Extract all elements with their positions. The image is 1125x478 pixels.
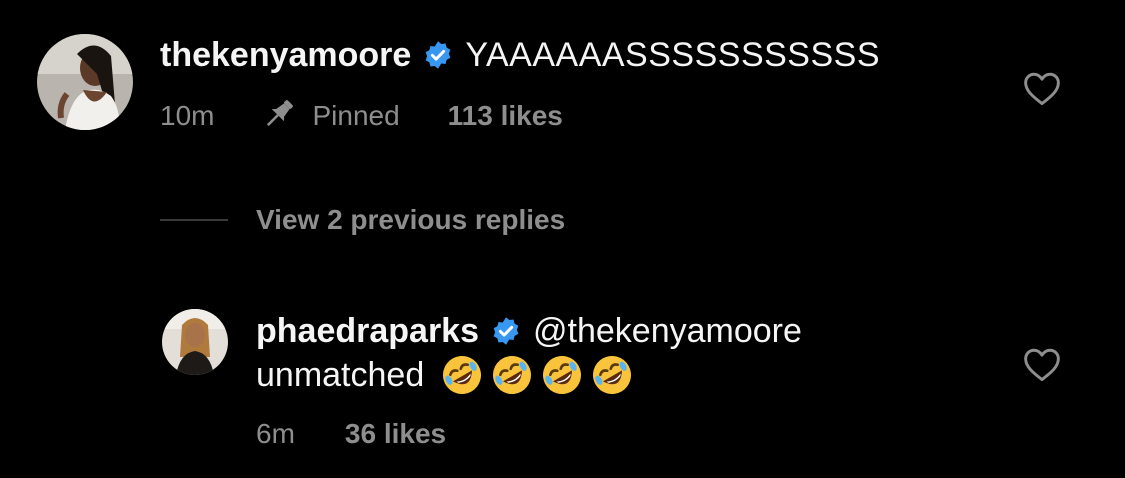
avatar[interactable] — [162, 309, 228, 375]
reply-emojis — [440, 353, 640, 397]
reply-item: phaedraparks @thekenyamoore unmatched 6m… — [0, 296, 1125, 466]
reply-timestamp: 6m — [256, 418, 295, 449]
comment-item: thekenyamoore YAAAAAASSSSSSSSSSS 10m Pin… — [0, 0, 1125, 160]
reply-username[interactable]: phaedraparks — [256, 312, 479, 351]
verified-badge-icon — [491, 316, 521, 346]
heart-icon[interactable] — [1022, 346, 1062, 382]
verified-badge-icon — [423, 40, 453, 70]
comment-timestamp: 10m — [160, 100, 215, 131]
comment-likes[interactable]: 113 likes — [448, 100, 563, 132]
view-replies-label[interactable]: View 2 previous replies — [256, 204, 565, 236]
view-previous-replies[interactable]: View 2 previous replies — [160, 198, 565, 242]
comment-text: YAAAAAASSSSSSSSSSS — [465, 35, 881, 74]
replies-divider-line — [160, 219, 228, 221]
reply-text: unmatched — [256, 355, 425, 394]
reply-mention[interactable]: @thekenyamoore — [533, 312, 802, 351]
pinned-label: Pinned — [312, 100, 400, 131]
comment-username[interactable]: thekenyamoore — [160, 36, 411, 75]
avatar[interactable] — [37, 34, 133, 130]
rolling-on-floor-laughing-emoji — [543, 356, 582, 394]
rolling-on-floor-laughing-emoji — [493, 356, 532, 394]
pin-icon — [260, 95, 298, 138]
reply-likes[interactable]: 36 likes — [345, 418, 446, 450]
rolling-on-floor-laughing-emoji — [443, 356, 482, 394]
heart-icon[interactable] — [1022, 70, 1062, 106]
rolling-on-floor-laughing-emoji — [593, 356, 632, 394]
